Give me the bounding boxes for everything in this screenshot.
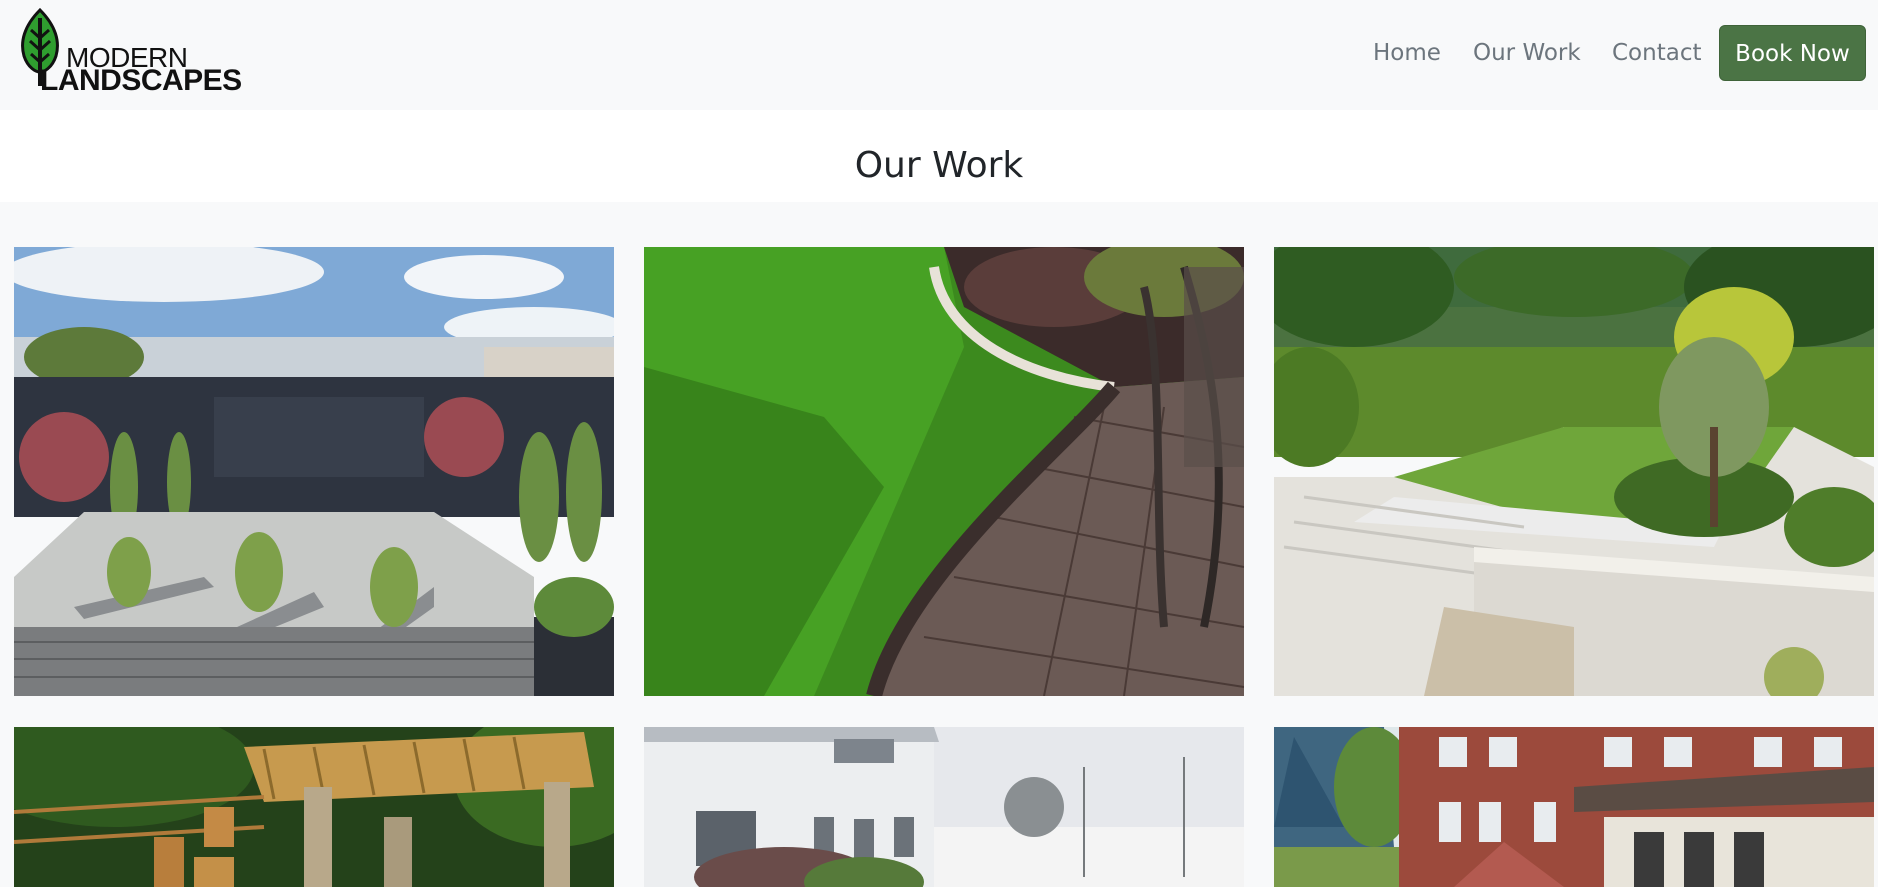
nav-link-our-work[interactable]: Our Work xyxy=(1473,40,1581,66)
title-band: Our Work xyxy=(0,110,1878,202)
nav-link-contact[interactable]: Contact xyxy=(1612,40,1701,66)
brand-logo[interactable]: MODERN LANDSCAPES xyxy=(18,8,248,96)
nav-link-home[interactable]: Home xyxy=(1373,40,1441,66)
artificial-lawn-paving-image[interactable] xyxy=(644,247,1244,696)
brand-line-2: LANDSCAPES xyxy=(40,64,242,97)
page-title: Our Work xyxy=(854,145,1024,186)
terraced-garden-image[interactable] xyxy=(1274,247,1874,696)
book-now-button[interactable]: Book Now xyxy=(1719,25,1866,81)
gallery-grid xyxy=(0,202,1878,887)
garden-patio-image[interactable] xyxy=(14,247,614,696)
navbar: MODERN LANDSCAPES Home Our Work Contact … xyxy=(0,0,1878,110)
brick-house-yard-image[interactable] xyxy=(1274,727,1874,887)
white-house-garden-image[interactable] xyxy=(644,727,1244,887)
pergola-deck-image[interactable] xyxy=(14,727,614,887)
